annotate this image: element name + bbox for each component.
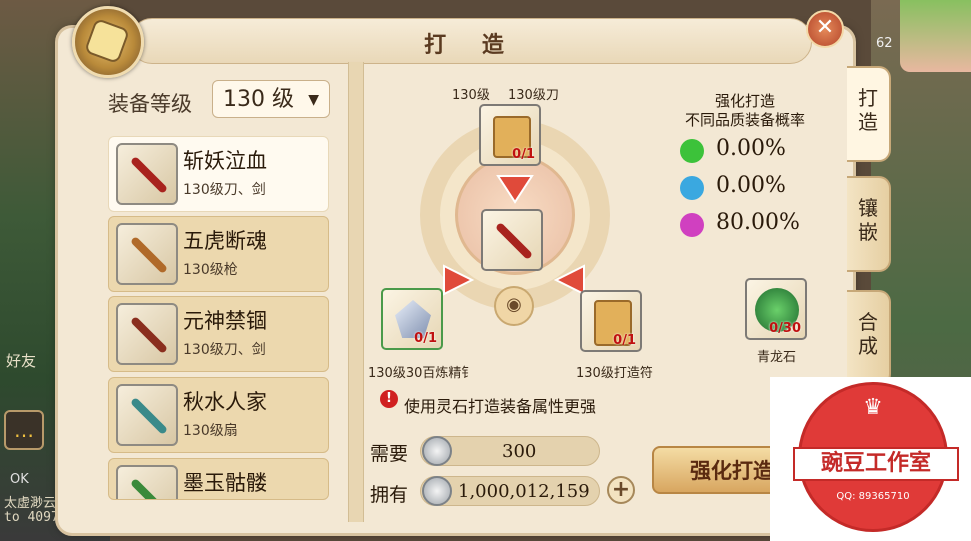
probability-value: 80.00% (716, 210, 800, 235)
stone-slot-label: 青龙石 (757, 350, 797, 365)
watermark-qq: QQ: 89365710 (836, 491, 910, 502)
side-tab-label: 镶嵌 (858, 196, 878, 244)
add-currency-button[interactable]: + (607, 476, 635, 504)
dragon-stone-icon[interactable]: 0/30 (745, 278, 807, 340)
probability-value: 0.00% (716, 136, 786, 161)
left-slot-label: 130级30百炼精钅 (368, 366, 475, 381)
side-tab-label: 合成 (858, 310, 878, 358)
arrow-down-icon (496, 175, 534, 204)
have-label: 拥有 (370, 484, 409, 506)
arrow-right-icon (443, 264, 475, 296)
probability-title: 强化打造 不同品质装备概率 (680, 92, 810, 130)
side-tab[interactable]: 合成 (847, 290, 891, 386)
stone-slot-count: 0/30 (769, 321, 801, 336)
crystal-icon[interactable]: 0/1 (381, 288, 443, 350)
right-slot-label: 130级打造符 (576, 366, 653, 381)
left-slot-count: 0/1 (414, 331, 437, 346)
side-tab-label: 打造 (858, 86, 878, 134)
probability-title-line2: 不同品质装备概率 (684, 111, 805, 129)
watermark-title: 豌豆工作室 (793, 447, 959, 481)
blade-icon[interactable] (481, 209, 543, 271)
side-tab[interactable]: 镶嵌 (847, 176, 891, 272)
silver-coin-icon (422, 476, 452, 506)
probability-value: 0.00% (716, 173, 786, 198)
stone-tip-text: 使用灵石打造装备属性更强 (404, 397, 597, 416)
eye-icon[interactable]: ◉ (494, 286, 534, 326)
quality-dot-icon (680, 213, 704, 237)
quality-dot-icon (680, 176, 704, 200)
talisman-icon[interactable]: 0/1 (580, 290, 642, 352)
need-value: 300 (502, 441, 537, 462)
warning-icon: ! (380, 390, 398, 408)
watermark-logo: ♛ 豌豆工作室 QQ: 89365710 (770, 377, 971, 541)
arrow-left-icon (553, 264, 585, 296)
quality-dot-icon (680, 139, 704, 163)
silver-coin-icon (422, 436, 452, 466)
side-tab[interactable]: 打造 (847, 66, 891, 162)
probability-title-line1: 强化打造 (714, 92, 775, 110)
crown-icon: ♛ (863, 395, 883, 420)
have-value: 1,000,012,159 (458, 481, 590, 502)
need-label: 需要 (370, 443, 409, 465)
right-slot-count: 0/1 (613, 333, 636, 348)
